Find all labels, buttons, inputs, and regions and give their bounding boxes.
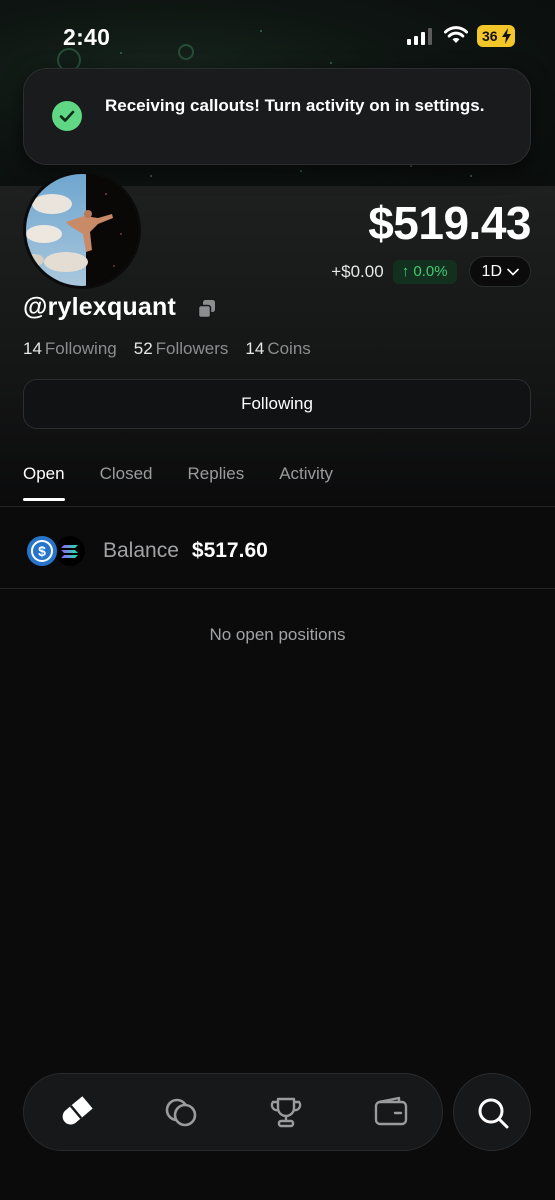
positions-tabs: Open Closed Replies Activity [23,464,333,501]
trophy-icon[interactable] [266,1092,306,1132]
stat-coins[interactable]: 14 Coins [245,339,310,359]
callouts-toast[interactable]: Receiving callouts! Turn activity on in … [23,68,531,165]
search-icon [478,1098,509,1129]
change-percent-badge: ↑ 0.0% [392,259,457,284]
wifi-icon [444,26,468,43]
status-bar: 2:40 36 [0,0,555,70]
svg-text:$: $ [38,543,46,559]
bottom-nav [23,1073,443,1151]
cellular-signal-icon [407,28,432,45]
tab-closed[interactable]: Closed [100,464,153,501]
stat-label: Coins [267,339,311,358]
avatar[interactable] [23,171,141,289]
change-row: +$0.00 ↑ 0.0% 1D [331,256,531,287]
battery-level: 36 [482,28,498,44]
change-amount: +$0.00 [331,261,384,281]
tab-open[interactable]: Open [23,464,65,501]
copy-icon[interactable] [197,299,217,319]
toast-message: Receiving callouts! Turn activity on in … [105,96,485,115]
tab-activity[interactable]: Activity [279,464,333,501]
wallet-balance-row: $ Balance $517.60 [23,531,268,571]
empty-positions-message: No open positions [209,625,346,644]
pill-icon[interactable] [56,1092,96,1132]
chevron-down-icon [507,268,519,276]
stat-number: 52 [133,339,153,358]
battery-icon: 36 [477,25,515,47]
profile-stats: 14 Following 52 Followers 14 Coins [23,339,311,359]
coins-icon[interactable] [161,1092,201,1132]
divider [0,506,555,507]
usdc-icon: $ [25,534,59,568]
time-range-selector[interactable]: 1D [468,256,531,287]
stat-label: Followers [155,339,229,358]
portfolio-value: $519.43 [368,197,531,249]
time-range-label: 1D [481,263,502,280]
wallet-icon[interactable] [371,1092,411,1132]
stat-following[interactable]: 14 Following [23,339,117,359]
divider [0,588,555,589]
profile-screen: 2:40 36 Receiving callouts! Turn activit… [0,0,555,1200]
check-circle-icon [52,101,82,131]
stat-label: Following [44,339,117,358]
stat-number: 14 [245,339,265,358]
stat-number: 14 [23,339,42,358]
search-button[interactable] [453,1073,531,1151]
status-time: 2:40 [63,24,111,50]
tab-replies[interactable]: Replies [188,464,245,501]
balance-label: Balance [103,539,179,562]
following-button[interactable]: Following [23,379,531,429]
stat-followers[interactable]: 52 Followers [134,339,229,359]
token-icons: $ [23,532,89,570]
balance-value: $517.60 [191,539,268,562]
username: @rylexquant [23,293,177,321]
